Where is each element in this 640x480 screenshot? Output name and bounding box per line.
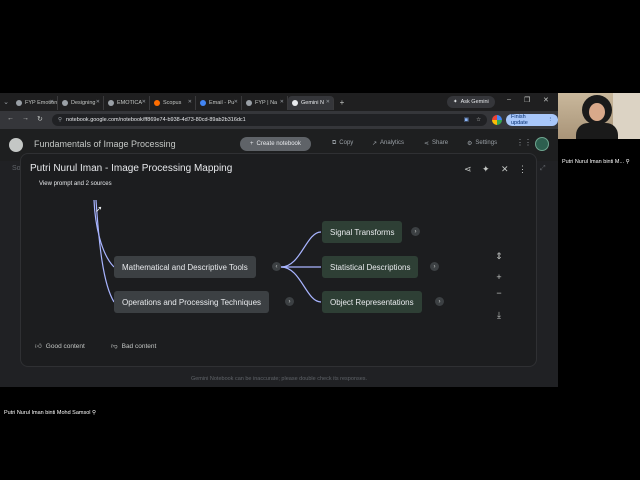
apps-grid-icon[interactable]: ⋮⋮: [516, 138, 532, 147]
more-vert-icon: ⋮: [547, 117, 554, 123]
expand-chevron-icon[interactable]: ›: [430, 262, 439, 271]
tab-label: Designing: [71, 100, 96, 106]
settings-button[interactable]: ⚙ Settings: [467, 140, 497, 147]
close-icon[interactable]: ✕: [280, 99, 284, 105]
tab-favicon-icon: [246, 100, 252, 106]
collapse-chevron-icon[interactable]: ‹: [272, 262, 281, 271]
browser-tab[interactable]: EMOTICA ✕: [104, 96, 150, 110]
share-icon[interactable]: ⋖: [464, 164, 472, 175]
reload-icon[interactable]: ↻: [37, 115, 43, 123]
tab-label: FYP | Na: [255, 100, 278, 106]
tab-favicon-icon: [62, 100, 68, 106]
browser-tab-active[interactable]: Gemini N ✕: [288, 96, 334, 110]
notebooklm-logo-icon[interactable]: [9, 138, 23, 152]
audio-level-icon: ⚲: [625, 159, 630, 165]
analytics-button[interactable]: ↗ Analytics: [372, 140, 404, 147]
new-tab-icon[interactable]: +: [336, 98, 348, 107]
window-close-icon[interactable]: ✕: [543, 96, 549, 104]
tab-favicon-icon: [200, 100, 206, 106]
tab-label: Gemini N: [301, 100, 324, 106]
participant-video-tile[interactable]: [558, 93, 640, 139]
zoom-in-icon[interactable]: +: [493, 271, 505, 283]
copy-icon: ⧉: [332, 140, 337, 146]
tab-label: EMOTICA: [117, 100, 143, 106]
close-icon[interactable]: ✕: [234, 99, 238, 105]
restore-icon[interactable]: ❐: [524, 96, 530, 104]
node-signal-transforms[interactable]: Signal Transforms: [322, 221, 403, 243]
thumbs-down-icon: 👎︎: [111, 343, 118, 350]
share-icon: ⋖: [424, 141, 430, 147]
browser-tab[interactable]: Designing ✕: [58, 96, 104, 110]
avatar[interactable]: [535, 137, 549, 151]
close-icon[interactable]: ✕: [96, 99, 100, 105]
profile-avatar[interactable]: [492, 115, 502, 125]
bad-content-button[interactable]: 👎︎ Bad content: [111, 339, 156, 353]
close-icon[interactable]: ✕: [501, 164, 509, 175]
gear-icon: ⚙: [467, 141, 473, 147]
expand-chevron-icon[interactable]: ›: [435, 297, 444, 306]
back-icon[interactable]: ←: [7, 115, 14, 122]
browser-tab[interactable]: Scopus ✕: [150, 96, 196, 110]
analytics-icon: ↗: [372, 141, 378, 147]
mouse-cursor-icon: ➚: [95, 204, 103, 214]
create-notebook-button[interactable]: + Create notebook: [240, 137, 311, 151]
install-app-icon[interactable]: ▣: [464, 117, 469, 123]
copy-button[interactable]: ⧉ Copy: [332, 140, 353, 147]
url-text: notebook.google.com/notebook/ff869e74-b9…: [66, 117, 246, 123]
download-icon[interactable]: ⤓: [493, 309, 505, 321]
browser-tab[interactable]: Email - Pu ✕: [196, 96, 242, 110]
mind-map-dialog: Putri Nurul Iman - Image Processing Mapp…: [20, 153, 537, 367]
sparkle-icon[interactable]: ✦: [482, 164, 490, 175]
plus-icon: +: [250, 141, 254, 147]
expand-all-icon[interactable]: ⇕: [493, 250, 505, 262]
tab-favicon-icon: [108, 100, 114, 106]
background-expand-icon: ⤢: [540, 165, 546, 172]
notebook-title[interactable]: Fundamentals of Image Processing: [34, 139, 176, 149]
node-mathematical-tools[interactable]: Mathematical and Descriptive Tools: [114, 256, 256, 278]
expand-chevron-icon[interactable]: ›: [285, 297, 294, 306]
bookmark-star-icon[interactable]: ☆: [476, 117, 481, 123]
browser-tab-strip: ⌄ FYP Emotion ✕ Designing ✕ EMOTICA ✕ Scopu…: [0, 93, 558, 111]
disclaimer-text: Gemini Notebook can be inaccurate; pleas…: [190, 376, 368, 382]
presenter-name: Putri Nurul Iman binti Mohd Samsol ⚲: [4, 410, 97, 416]
node-object-representations[interactable]: Object Representations: [322, 291, 422, 313]
close-icon[interactable]: ✕: [188, 99, 192, 105]
node-operations-techniques[interactable]: Operations and Processing Techniques: [114, 291, 270, 313]
tab-label: Email - Pu: [209, 100, 235, 106]
audio-level-icon: ⚲: [92, 410, 97, 416]
tab-favicon-icon: [16, 100, 22, 106]
tab-label: Scopus: [163, 100, 182, 106]
expand-chevron-icon[interactable]: ›: [411, 227, 420, 236]
participant-name: Putri Nurul Iman binti M... ⚲: [562, 159, 630, 165]
finish-update-button[interactable]: Finish update ⋮: [506, 114, 558, 126]
gemini-sparkle-icon: ✦: [453, 99, 458, 105]
participant-body: [576, 123, 618, 139]
close-icon[interactable]: ✕: [142, 99, 146, 105]
ask-gemini-button[interactable]: ✦ Ask Gemini: [447, 96, 495, 108]
node-statistical-descriptions[interactable]: Statistical Descriptions: [322, 256, 419, 278]
close-icon[interactable]: ✕: [326, 99, 330, 105]
more-vert-icon[interactable]: ⋮: [518, 164, 527, 175]
address-bar[interactable]: ⚲ notebook.google.com/notebook/ff869e74-…: [52, 114, 487, 126]
tab-favicon-icon: [292, 100, 298, 106]
browser-tab[interactable]: FYP | Na ✕: [242, 96, 288, 110]
good-content-button[interactable]: 👍︎ Good content: [35, 339, 85, 353]
thumbs-up-icon: 👍︎: [35, 343, 42, 350]
view-prompt-link[interactable]: View prompt and 2 sources: [39, 181, 112, 187]
shared-screen: ⌄ FYP Emotion ✕ Designing ✕ EMOTICA ✕ Scopu…: [0, 93, 558, 387]
minimize-icon[interactable]: –: [507, 96, 511, 103]
tab-search-icon[interactable]: ⌄: [0, 98, 12, 106]
mind-map-title: Putri Nurul Iman - Image Processing Mapp…: [30, 163, 233, 174]
close-icon[interactable]: ✕: [50, 99, 54, 105]
zoom-out-icon[interactable]: −: [493, 287, 505, 299]
tab-favicon-icon: [154, 100, 160, 106]
browser-tab[interactable]: FYP Emotion ✕: [12, 96, 58, 110]
browser-toolbar: ← → ↻ ⚲ notebook.google.com/notebook/ff8…: [0, 111, 558, 129]
share-button[interactable]: ⋖ Share: [424, 140, 448, 147]
forward-icon[interactable]: →: [22, 115, 29, 122]
participant-face: [589, 103, 605, 121]
site-info-icon[interactable]: ⚲: [58, 117, 62, 123]
